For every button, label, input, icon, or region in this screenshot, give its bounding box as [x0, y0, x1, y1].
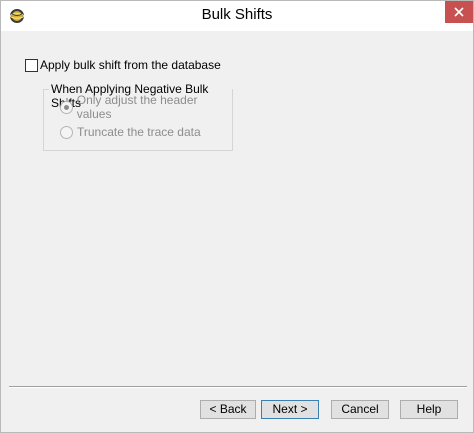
cancel-button[interactable]: Cancel	[331, 400, 389, 419]
next-button[interactable]: Next >	[261, 400, 319, 419]
radio-button-selected[interactable]	[60, 100, 73, 114]
apply-bulk-shift-option[interactable]: Apply bulk shift from the database	[25, 58, 221, 72]
radio-truncate-trace[interactable]: Truncate the trace data	[60, 125, 201, 139]
radio-label: Only adjust the header values	[76, 93, 198, 121]
back-button[interactable]: < Back	[200, 400, 256, 419]
radio-label: Truncate the trace data	[77, 125, 201, 139]
close-icon	[454, 7, 464, 17]
footer-separator	[9, 386, 467, 388]
title-bar: Bulk Shifts	[1, 1, 473, 31]
apply-bulk-shift-label[interactable]: Apply bulk shift from the database	[40, 58, 221, 72]
negative-bulk-shifts-group: When Applying Negative Bulk Shifts Only …	[43, 82, 233, 151]
close-button[interactable]	[445, 1, 473, 23]
dialog-content: Apply bulk shift from the database When …	[9, 32, 467, 386]
help-button[interactable]: Help	[400, 400, 458, 419]
bulk-shifts-dialog: Bulk Shifts Apply bulk shift from the da…	[0, 0, 474, 433]
radio-only-adjust-header[interactable]: Only adjust the header values	[60, 93, 232, 121]
window-title: Bulk Shifts	[201, 6, 273, 23]
apply-bulk-shift-checkbox[interactable]	[25, 58, 38, 72]
radio-button[interactable]	[60, 125, 73, 139]
